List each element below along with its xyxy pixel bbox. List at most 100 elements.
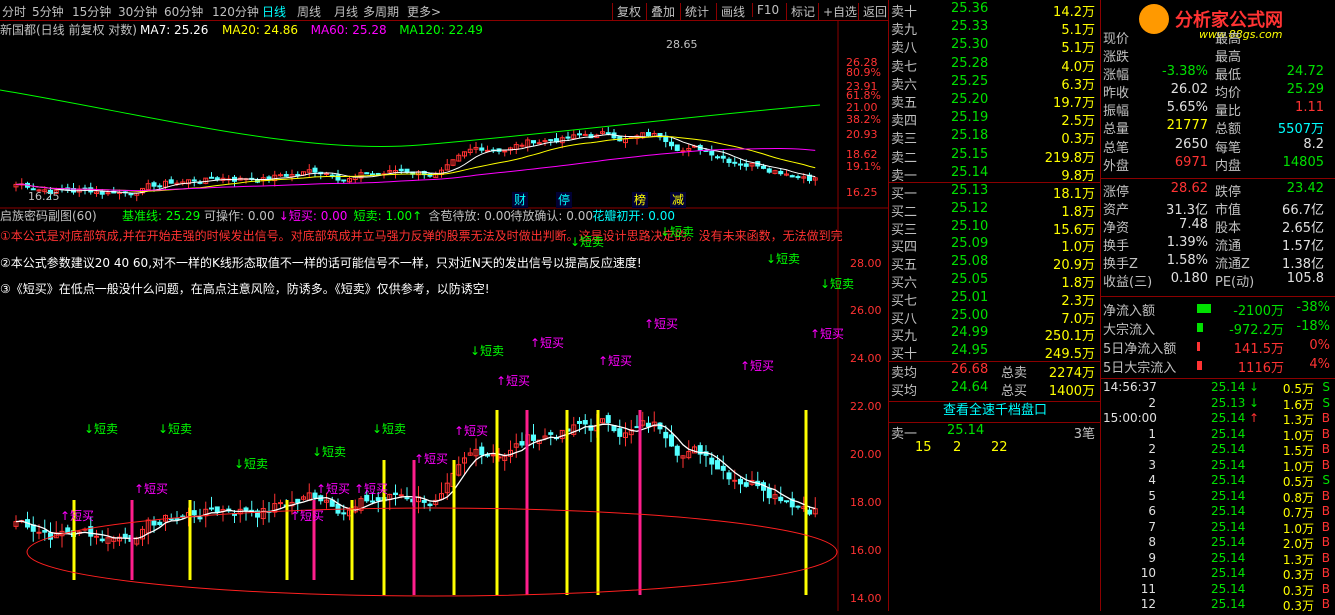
tick-side: B <box>1321 411 1330 425</box>
sub-candle <box>197 517 203 520</box>
sub-candle <box>715 460 720 470</box>
summary-total_label: 总卖 <box>1001 366 1028 381</box>
flow-bar <box>1197 304 1211 313</box>
stat-label: 内盘 <box>1215 159 1242 174</box>
main-candle <box>335 174 341 181</box>
book-volume: 1.8万 <box>1061 204 1095 220</box>
book-label: 卖八 <box>891 41 918 57</box>
buy-signal: ↑短买 <box>414 452 448 466</box>
period-tab[interactable]: 120分钟 <box>212 3 259 20</box>
ask-row[interactable]: 卖六 25.25 6.3万 <box>889 74 1101 93</box>
stat-row: 资产 31.3亿 市值 66.7亿 <box>1101 199 1335 218</box>
toolbar-button[interactable]: 复权 <box>612 3 641 20</box>
tick-time: 12 <box>1140 597 1156 611</box>
indicator-label: 花瓣初开: 0.00 <box>592 208 675 223</box>
period-tab[interactable]: 15分钟 <box>72 3 111 20</box>
period-tab[interactable]: 30分钟 <box>118 3 157 20</box>
period-tab[interactable]: 日线 <box>262 3 286 20</box>
tick-price: 25.14 <box>1211 535 1246 549</box>
stat-label: 跌停 <box>1215 185 1242 200</box>
flow-value: 1116万 <box>1237 361 1284 376</box>
ask-row[interactable]: 卖八 25.30 5.1万 <box>889 37 1101 57</box>
main-candle <box>324 172 329 175</box>
sub-candle <box>784 500 789 503</box>
book-volume: 250.1万 <box>1044 329 1095 345</box>
book-volume: 2.3万 <box>1061 293 1095 309</box>
event-marker: 减 <box>672 193 684 207</box>
summary-label: 卖均 <box>891 366 918 381</box>
ask-row[interactable]: 卖三 25.18 0.3万 <box>889 128 1101 147</box>
toolbar-button[interactable]: 叠加 <box>646 3 675 20</box>
flow-bar <box>1197 361 1202 370</box>
sub-candle <box>646 422 651 427</box>
sell-signal: ↓短卖 <box>470 344 504 358</box>
ask-row[interactable]: 卖二 25.15 219.8万 <box>889 147 1101 166</box>
kline-chart[interactable]: 新国都(日线 前复权 对数) MA7: 25.26 MA20: 24.86 MA60:… <box>0 20 888 611</box>
stat-label: 最低 <box>1215 68 1242 83</box>
main-candle <box>283 174 289 177</box>
high-price-label: 28.65 <box>666 38 698 51</box>
sell-signal: ↓短卖 <box>158 422 192 436</box>
formula-note: ②本公式参数建议20 40 60,对不一样的K线形态取值不一样的话可能信号不一样… <box>0 255 642 270</box>
ask-row[interactable]: 卖五 25.20 19.7万 <box>889 92 1101 111</box>
bid-row[interactable]: 买十 24.95 249.5万 <box>889 343 1101 362</box>
stat-value: 7.48 <box>1179 217 1208 232</box>
ask-row[interactable]: 卖九 25.33 5.1万 <box>889 19 1101 38</box>
main-candle <box>709 150 715 156</box>
book-volume: 4.0万 <box>1061 59 1095 75</box>
bid-row[interactable]: 买六 25.05 1.8万 <box>889 272 1101 291</box>
sub-axis-tick: 22.00 <box>850 400 882 413</box>
toolbar-button[interactable]: 画线 <box>716 3 745 20</box>
sub-candle <box>795 505 801 508</box>
sub-axis-tick: 16.00 <box>850 544 882 557</box>
main-candle <box>605 132 611 135</box>
bid-row[interactable]: 买五 25.08 20.9万 <box>889 254 1101 273</box>
toolbar-button[interactable]: 标记 <box>786 3 815 20</box>
bid-row[interactable]: 买四 25.09 1.0万 <box>889 236 1101 255</box>
toolbar-button[interactable]: +自选 <box>818 3 857 20</box>
bid-row[interactable]: 买七 25.01 2.3万 <box>889 290 1101 309</box>
period-tab[interactable]: 月线 <box>334 3 358 20</box>
book-volume: 6.3万 <box>1061 77 1095 93</box>
book-price: 25.09 <box>951 236 989 252</box>
period-tab[interactable]: 分时 <box>2 3 26 20</box>
ma-label: MA60: 25.28 <box>311 23 387 37</box>
toolbar-button[interactable]: F10 <box>752 3 779 17</box>
period-tab[interactable]: 多周期 <box>363 3 399 20</box>
period-tab[interactable]: 周线 <box>297 3 321 20</box>
full-depth-button[interactable]: 查看全速千档盘口 <box>889 401 1101 423</box>
toolbar-button[interactable]: 统计 <box>680 3 709 20</box>
bid-row[interactable]: 买九 24.99 250.1万 <box>889 325 1101 345</box>
stat-label: 资产 <box>1103 203 1130 218</box>
buy-signal: ↑短买 <box>740 359 774 373</box>
ask-row[interactable]: 卖十 25.36 14.2万 <box>889 1 1101 20</box>
stat-value: 14805 <box>1282 155 1324 170</box>
stat-row: 涨停 28.62 跌停 23.42 <box>1101 181 1335 200</box>
bid-row[interactable]: 买三 25.10 15.6万 <box>889 219 1101 238</box>
ask-row[interactable]: 卖四 25.19 2.5万 <box>889 110 1101 129</box>
indicator-label: 基准线: 25.29 <box>122 209 200 223</box>
toolbar-button[interactable]: 返回 <box>858 3 887 20</box>
bid-row[interactable]: 买一 25.13 18.1万 <box>889 183 1101 202</box>
tick-volume: 0.3万 <box>1282 568 1314 582</box>
sub-chart-title: 启族密码副图(60) <box>0 208 97 223</box>
ask-row[interactable]: 卖七 25.28 4.0万 <box>889 56 1101 75</box>
main-candle <box>582 133 588 136</box>
stat-label: 净资 <box>1103 221 1130 236</box>
queue-size: 22 <box>991 440 1008 455</box>
book-label: 买六 <box>891 276 918 291</box>
bid-row[interactable]: 买二 25.12 1.8万 <box>889 201 1101 220</box>
chart-area[interactable]: 新国都(日线 前复权 对数) MA7: 25.26 MA20: 24.86 MA60:… <box>0 20 888 611</box>
period-tab[interactable]: 更多> <box>407 3 441 20</box>
bid-row[interactable]: 买八 25.00 7.0万 <box>889 308 1101 327</box>
stat-row: 换手Z 1.58% 流通Z 1.38亿 <box>1101 253 1335 272</box>
tick-volume: 1.0万 <box>1282 521 1314 536</box>
main-candle <box>370 173 375 176</box>
stat-value: 24.72 <box>1286 64 1324 79</box>
period-tab[interactable]: 60分钟 <box>164 3 203 20</box>
ask-row[interactable]: 卖一 25.14 9.8万 <box>889 165 1101 184</box>
period-tab[interactable]: 5分钟 <box>32 3 64 20</box>
period-toolbar: 分时 5分钟 15分钟 30分钟 60分钟 120分钟 日线 周线 月线 多周期 更多> 复权 叠加 统计… <box>0 0 888 21</box>
stat-label: 总笔 <box>1103 141 1130 156</box>
stat-row: 涨跌 最高 <box>1101 46 1335 65</box>
